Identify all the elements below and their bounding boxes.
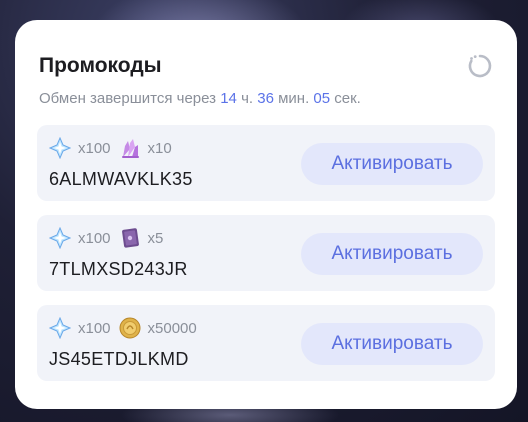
reward-count: x5	[147, 229, 164, 247]
promo-codes-panel: Промокоды Обмен завершится через 14 ч. 3…	[15, 20, 517, 409]
countdown-minutes: 36	[257, 90, 274, 107]
coin-icon	[119, 317, 141, 339]
activate-button[interactable]: Активировать	[301, 233, 483, 275]
crystal-icon	[121, 139, 139, 158]
countdown-hours: 14	[220, 90, 237, 107]
countdown-seconds: 05	[313, 90, 331, 107]
countdown-text: Обмен завершится через 14 ч. 36 мин. 05 …	[39, 88, 495, 110]
promo-code-list: x100 x10 6ALMWAVKLK35 Активировать x100	[37, 125, 495, 381]
activate-button[interactable]: Активировать	[301, 143, 483, 185]
reward-count: x100	[78, 319, 111, 337]
reward-count: x10	[147, 139, 172, 157]
countdown-hours-unit: ч.	[241, 90, 254, 107]
promo-code-row: x100 x50000 JS45ETDJLKMD Активировать	[37, 305, 495, 381]
promo-code-row: x100 x5 7TLMXSD243JR Активировать	[37, 215, 495, 291]
activate-button[interactable]: Активировать	[301, 323, 483, 365]
reward-count: x100	[78, 229, 111, 247]
panel-title: Промокоды	[39, 54, 162, 77]
promo-code-row: x100 x10 6ALMWAVKLK35 Активировать	[37, 125, 495, 201]
primogem-icon	[49, 317, 71, 339]
refresh-icon[interactable]	[466, 52, 494, 80]
primogem-icon	[49, 137, 71, 159]
reward-count: x100	[78, 139, 111, 157]
book-icon	[121, 228, 139, 248]
countdown-seconds-unit: сек.	[334, 90, 361, 107]
primogem-icon	[49, 227, 71, 249]
countdown-prefix: Обмен завершится через	[39, 90, 217, 107]
panel-header: Промокоды	[37, 52, 495, 80]
countdown-minutes-unit: мин.	[278, 90, 310, 107]
reward-count: x50000	[147, 319, 197, 337]
